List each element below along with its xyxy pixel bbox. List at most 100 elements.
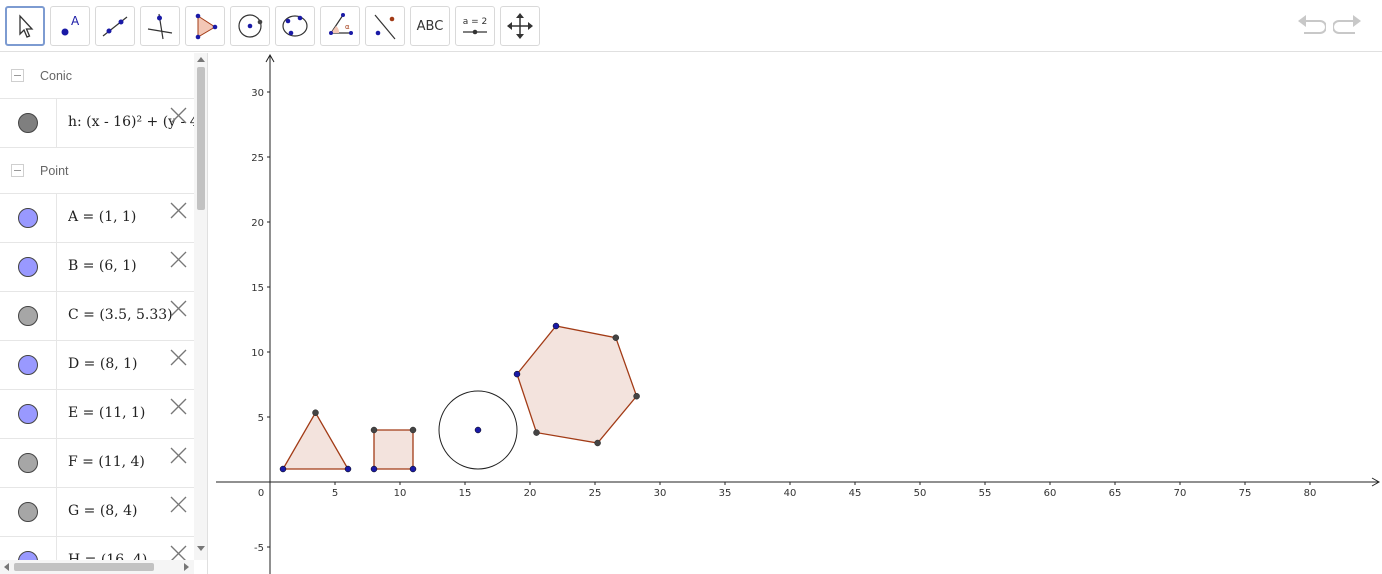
circle-three-points-tool-button[interactable]: [275, 6, 315, 46]
x-tick-label: 75: [1239, 488, 1252, 499]
graphics-view[interactable]: 0 5 10 15 20 25 30 35 40 45 50 55 60 65 70 75 80 -5 5 10 15 2…: [209, 53, 1382, 574]
horizontal-scrollbar[interactable]: [0, 560, 194, 574]
algebra-item-point[interactable]: G = (8, 4): [0, 488, 194, 537]
y-tick-label: -5: [254, 543, 264, 554]
close-icon: [170, 398, 187, 415]
y-tick-label: 15: [251, 283, 264, 294]
delete-button[interactable]: [170, 300, 187, 317]
undo-button[interactable]: [1296, 12, 1326, 40]
vertical-scrollbar[interactable]: [194, 53, 207, 560]
visibility-toggle[interactable]: [18, 306, 38, 326]
x-tick-label: 40: [784, 488, 797, 499]
graphics-canvas[interactable]: 0 5 10 15 20 25 30 35 40 45 50 55 60 65 70 75 80 -5 5 10 15 2…: [209, 53, 1382, 574]
free-point[interactable]: [552, 322, 560, 330]
algebra-item-point[interactable]: F = (11, 4): [0, 439, 194, 488]
scroll-down-icon[interactable]: [197, 546, 205, 551]
x-tick-label: 25: [589, 488, 602, 499]
svg-text:A: A: [71, 14, 80, 28]
vertical-scroll-thumb[interactable]: [197, 67, 205, 210]
visibility-toggle[interactable]: [18, 453, 38, 473]
close-icon: [170, 300, 187, 317]
algebra-item-point[interactable]: C = (3.5, 5.33): [0, 292, 194, 341]
svg-text:α: α: [345, 23, 350, 31]
scroll-left-icon[interactable]: [4, 563, 9, 571]
algebra-item-point[interactable]: B = (6, 1): [0, 243, 194, 292]
free-point[interactable]: [513, 370, 521, 378]
visibility-toggle[interactable]: [18, 404, 38, 424]
marble-column: [0, 99, 57, 147]
visibility-toggle[interactable]: [18, 257, 38, 277]
move-graphics-view-tool-button[interactable]: [500, 6, 540, 46]
group-header-point[interactable]: Point: [0, 148, 194, 194]
move-graphics-view-icon: [507, 13, 533, 39]
polygon-icon: [195, 13, 218, 40]
visibility-toggle[interactable]: [18, 208, 38, 228]
free-point[interactable]: [344, 465, 352, 473]
free-point[interactable]: [370, 465, 378, 473]
visibility-toggle[interactable]: [18, 113, 38, 133]
geogebra-app: A α ABC a = 2 Conic h: (x - 16)² + (y - …: [0, 0, 1382, 574]
x-tick-label: 55: [979, 488, 992, 499]
delete-button[interactable]: [170, 398, 187, 415]
algebra-view: Conic h: (x - 16)² + (y - 4)² = 9 Point …: [0, 53, 208, 574]
text-tool-button[interactable]: ABC: [410, 6, 450, 46]
x-tick-label: 50: [914, 488, 927, 499]
dependent-point[interactable]: [409, 426, 417, 434]
marble-column: [0, 243, 57, 291]
slider-tool-button[interactable]: a = 2: [455, 6, 495, 46]
algebra-item-point[interactable]: D = (8, 1): [0, 341, 194, 390]
line-tool-button[interactable]: [95, 6, 135, 46]
visibility-toggle[interactable]: [18, 502, 38, 522]
x-tick-label: 10: [394, 488, 407, 499]
close-icon: [170, 202, 187, 219]
close-icon: [170, 251, 187, 268]
delete-button[interactable]: [170, 447, 187, 464]
dependent-point[interactable]: [312, 409, 319, 416]
point-tool-button[interactable]: A: [50, 6, 90, 46]
delete-button[interactable]: [170, 107, 187, 124]
triangle-polygon[interactable]: [281, 411, 350, 470]
free-point[interactable]: [279, 465, 287, 473]
delete-button[interactable]: [170, 496, 187, 513]
algebra-item-h[interactable]: h: (x - 16)² + (y - 4)² = 9: [0, 99, 194, 148]
group-header-conic[interactable]: Conic: [0, 53, 194, 99]
scroll-up-icon[interactable]: [197, 57, 205, 62]
group-label: Point: [40, 163, 69, 178]
horizontal-scroll-thumb[interactable]: [14, 563, 154, 571]
slider-icon: a = 2: [463, 17, 487, 35]
redo-button[interactable]: [1333, 12, 1363, 40]
algebra-item-point[interactable]: A = (1, 1): [0, 194, 194, 243]
circle-center-point-icon: [238, 14, 263, 38]
move-tool-button[interactable]: [5, 6, 45, 46]
scroll-right-icon[interactable]: [184, 563, 189, 571]
angle-tool-button[interactable]: α: [320, 6, 360, 46]
collapse-icon[interactable]: [11, 164, 24, 177]
square-polygon[interactable]: [373, 429, 414, 470]
point-icon: A: [61, 14, 80, 36]
dependent-point[interactable]: [633, 392, 640, 400]
free-point[interactable]: [474, 426, 482, 434]
visibility-toggle[interactable]: [18, 355, 38, 375]
delete-button[interactable]: [170, 251, 187, 268]
x-tick-label: 60: [1044, 488, 1057, 499]
hexagon-polygon[interactable]: [516, 325, 638, 444]
delete-button[interactable]: [170, 349, 187, 366]
dependent-point[interactable]: [370, 426, 378, 434]
delete-button[interactable]: [170, 202, 187, 219]
algebra-item-point[interactable]: E = (11, 1): [0, 390, 194, 439]
dependent-point[interactable]: [594, 439, 601, 447]
x-tick-label: 80: [1304, 488, 1317, 499]
perpendicular-line-tool-button[interactable]: [140, 6, 180, 46]
redo-icon: [1333, 15, 1361, 34]
reflect-tool-button[interactable]: [365, 6, 405, 46]
toolbar: A α ABC a = 2: [0, 0, 1382, 52]
polygon-tool-button[interactable]: [185, 6, 225, 46]
free-point[interactable]: [409, 465, 417, 473]
close-icon: [170, 447, 187, 464]
dependent-point[interactable]: [612, 334, 620, 341]
perpendicular-line-icon: [147, 13, 173, 40]
circle-tool-button[interactable]: [230, 6, 270, 46]
close-icon: [170, 496, 187, 513]
dependent-point[interactable]: [533, 429, 540, 436]
collapse-icon[interactable]: [11, 69, 24, 82]
